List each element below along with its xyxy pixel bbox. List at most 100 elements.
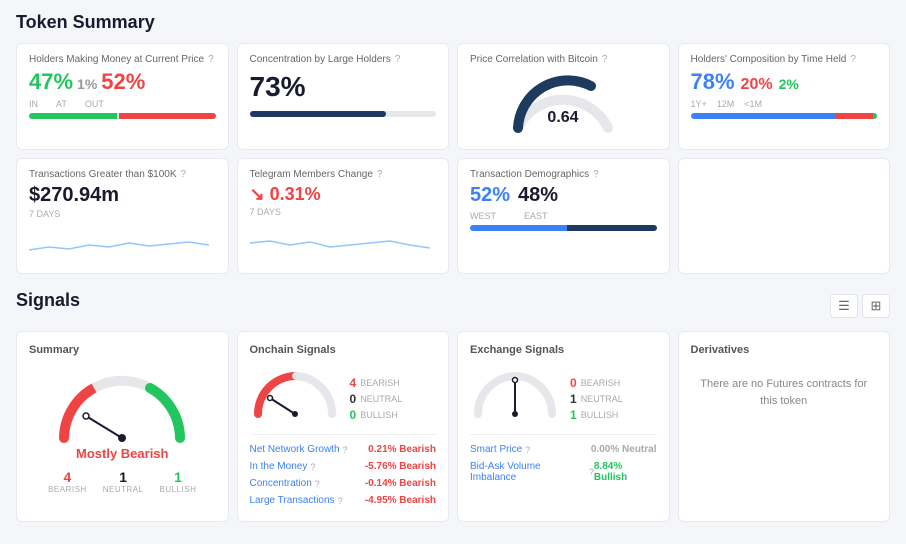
demographics-info-icon[interactable]: ? xyxy=(593,169,599,180)
onchain-counts: 4 BEARISH 0 NEUTRAL 0 BULLISH xyxy=(350,366,403,422)
onchain-gauge xyxy=(250,366,340,424)
onchain-row-0-label[interactable]: Net Network Growth ? xyxy=(250,444,348,455)
holders-comp-bar-1m xyxy=(873,113,877,119)
demographics-bar-east xyxy=(567,225,657,231)
svg-text:0.64: 0.64 xyxy=(548,109,579,126)
transactions-label: Transactions Greater than $100K xyxy=(29,169,177,180)
telegram-value: ↘ 0.31% xyxy=(250,184,437,205)
onchain-row-2-val: -0.14% Bearish xyxy=(365,478,436,489)
telegram-card: Telegram Members Change ? ↘ 0.31% 7 DAYS xyxy=(237,158,450,274)
signals-controls: ☰ ⊞ xyxy=(830,294,890,318)
signals-header: Signals ☰ ⊞ xyxy=(16,290,890,321)
transactions-days: 7 DAYS xyxy=(29,209,216,219)
holders-money-info-icon[interactable]: ? xyxy=(208,54,214,65)
exchange-gauge-svg xyxy=(470,366,560,421)
summary-gauge-label: Mostly Bearish xyxy=(76,446,168,461)
holders-label-out: OUT xyxy=(85,99,104,109)
concentration-bar-fill xyxy=(250,111,386,117)
correlation-info-icon[interactable]: ? xyxy=(602,54,608,65)
signals-grid: Summary Mostly Bearish 4 xyxy=(16,331,890,522)
correlation-gauge-svg: 0.64 xyxy=(508,70,618,138)
concentration-info-icon[interactable]: ? xyxy=(395,54,401,65)
demographics-east: 48% xyxy=(518,184,558,207)
correlation-card: Price Correlation with Bitcoin ? 0.64 xyxy=(457,43,670,150)
holders-pct-green: 47% xyxy=(29,69,73,95)
demographics-lbl-west: WEST xyxy=(470,211,496,221)
exchange-counts: 0 BEARISH 1 NEUTRAL 1 BULLISH xyxy=(570,366,623,422)
exchange-signal-card: Exchange Signals 0 BEARISH xyxy=(457,331,670,522)
demographics-lbl-east: EAST xyxy=(524,211,548,221)
exchange-row-0-label[interactable]: Smart Price ? xyxy=(470,444,530,455)
onchain-row-0-val: 0.21% Bearish xyxy=(368,444,436,455)
grid-view-button[interactable]: ⊞ xyxy=(862,294,890,318)
bearish-count: 4 BEARISH xyxy=(48,469,87,494)
derivatives-card-title: Derivatives xyxy=(691,344,878,356)
summary-gauge-svg xyxy=(52,366,192,446)
bullish-count: 1 BULLISH xyxy=(160,469,197,494)
summary-signal-card: Summary Mostly Bearish 4 xyxy=(16,331,229,522)
onchain-table: Net Network Growth ? 0.21% Bearish In th… xyxy=(250,434,437,509)
grid-icon: ⊞ xyxy=(871,298,882,314)
exchange-card-title: Exchange Signals xyxy=(470,344,657,356)
onchain-row-1: In the Money ? -5.76% Bearish xyxy=(250,458,437,475)
exchange-gauge xyxy=(470,366,560,424)
signals-title: Signals xyxy=(16,290,80,311)
holders-bar xyxy=(29,113,216,119)
empty-card xyxy=(678,158,891,274)
holders-comp-bar-12m xyxy=(836,113,873,119)
onchain-bearish-count: 4 BEARISH xyxy=(350,376,403,390)
onchain-row-1-val: -5.76% Bearish xyxy=(365,461,436,472)
holders-comp-lbl-1y: 1Y+ xyxy=(691,99,707,109)
neutral-count: 1 NEUTRAL xyxy=(103,469,144,494)
holders-pct-gray: 1% xyxy=(77,76,97,92)
main-page: Token Summary Holders Making Money at Cu… xyxy=(0,0,906,544)
telegram-days: 7 DAYS xyxy=(250,207,437,217)
holders-comp-label: Holders' Composition by Time Held xyxy=(691,54,847,65)
onchain-signal-card: Onchain Signals 4 BEARISH xyxy=(237,331,450,522)
concentration-bar xyxy=(250,111,437,117)
exchange-layout: 0 BEARISH 1 NEUTRAL 1 BULLISH xyxy=(470,366,657,424)
holders-comp-bar xyxy=(691,113,878,119)
transactions-chart xyxy=(29,225,209,260)
holders-comp-info-icon[interactable]: ? xyxy=(850,54,856,65)
exchange-bullish-count: 1 BULLISH xyxy=(570,408,623,422)
holders-comp-12m: 20% xyxy=(741,76,773,94)
onchain-row-3: Large Transactions ? -4.95% Bearish xyxy=(250,492,437,509)
signal-counts: 4 BEARISH 1 NEUTRAL 1 BULLISH xyxy=(48,469,196,494)
holders-comp-1y: 78% xyxy=(691,69,735,95)
exchange-row-1-label[interactable]: Bid-Ask Volume Imbalance ? xyxy=(470,461,594,483)
onchain-card-title: Onchain Signals xyxy=(250,344,437,356)
demographics-west: 52% xyxy=(470,184,510,207)
holders-comp-1m: 2% xyxy=(779,76,799,92)
list-view-button[interactable]: ☰ xyxy=(830,294,858,318)
concentration-card: Concentration by Large Holders ? 73% xyxy=(237,43,450,150)
holders-label-at: AT xyxy=(56,99,67,109)
onchain-row-2: Concentration ? -0.14% Bearish xyxy=(250,475,437,492)
derivatives-text: There are no Futures contracts for this … xyxy=(691,376,878,409)
holders-comp-bar-1y xyxy=(691,113,836,119)
list-icon: ☰ xyxy=(838,298,850,314)
demographics-bar xyxy=(470,225,657,231)
onchain-row-0: Net Network Growth ? 0.21% Bearish xyxy=(250,441,437,458)
exchange-neutral-count: 1 NEUTRAL xyxy=(570,392,623,406)
holders-comp-lbl-1m: <1M xyxy=(744,99,762,109)
exchange-bearish-count: 0 BEARISH xyxy=(570,376,623,390)
onchain-row-1-label[interactable]: In the Money ? xyxy=(250,461,316,472)
holders-comp-card: Holders' Composition by Time Held ? 78% … xyxy=(678,43,891,150)
token-summary-grid: Holders Making Money at Current Price ? … xyxy=(16,43,890,274)
onchain-row-3-val: -4.95% Bearish xyxy=(365,495,436,506)
telegram-info-icon[interactable]: ? xyxy=(377,169,383,180)
telegram-label: Telegram Members Change xyxy=(250,169,373,180)
holders-comp-lbl-12m: 12M xyxy=(717,99,735,109)
exchange-row-0: Smart Price ? 0.00% Neutral xyxy=(470,441,657,458)
concentration-label: Concentration by Large Holders xyxy=(250,54,391,65)
holders-label-in: IN xyxy=(29,99,38,109)
telegram-chart xyxy=(250,223,430,258)
transactions-amount: $270.94m xyxy=(29,184,216,207)
onchain-row-3-label[interactable]: Large Transactions ? xyxy=(250,495,343,506)
summary-card-title: Summary xyxy=(29,344,216,356)
onchain-row-2-label[interactable]: Concentration ? xyxy=(250,478,320,489)
summary-gauge: Mostly Bearish 4 BEARISH 1 NEUTRAL 1 BUL… xyxy=(29,366,216,494)
correlation-gauge: 0.64 xyxy=(470,69,657,139)
transactions-info-icon[interactable]: ? xyxy=(181,169,187,180)
